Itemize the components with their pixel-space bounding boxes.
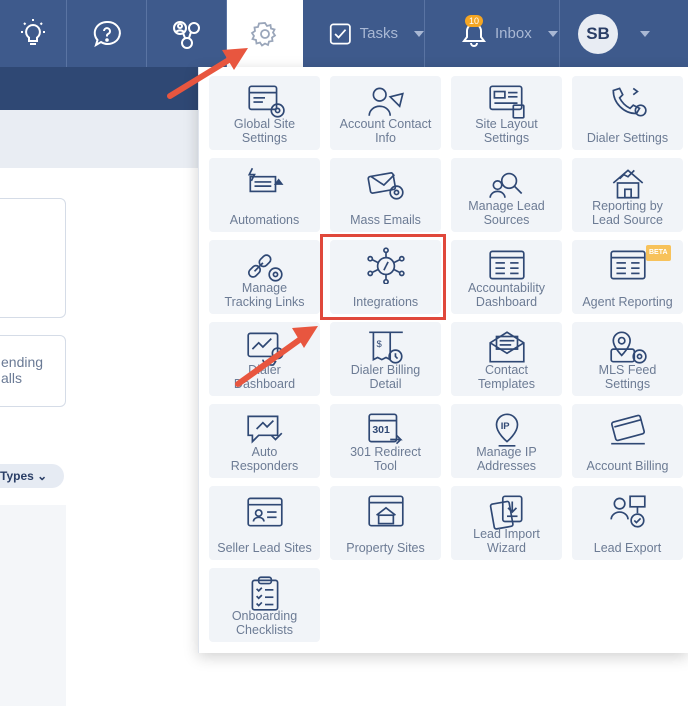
background-panel — [0, 505, 66, 706]
tile-onboarding-checklists[interactable]: Onboarding Checklists — [209, 568, 320, 642]
dialer-settings-icon — [612, 87, 647, 117]
svg-text:IP: IP — [501, 421, 510, 432]
chevron-down-icon — [547, 30, 558, 37]
background-card — [0, 198, 66, 318]
accountability-icon — [489, 250, 525, 280]
tile-label: Account Billing — [586, 459, 669, 473]
tile-label: Property Sites — [346, 541, 425, 555]
auto-responders-icon — [247, 415, 283, 444]
tile-label: MLS Feed Settings — [598, 363, 657, 391]
tile-property-sites[interactable]: Property Sites — [330, 486, 441, 560]
tile-label: Agent Reporting — [582, 295, 673, 309]
tile-auto-responders[interactable]: Auto Responders — [209, 404, 320, 478]
tile-mls-feed-settings[interactable]: MLS Feed Settings — [572, 322, 683, 396]
tile-automations[interactable]: Automations — [209, 158, 320, 232]
tile-seller-lead-sites[interactable]: Seller Lead Sites — [209, 486, 320, 560]
tile-label: Automations — [229, 213, 300, 227]
tile-mass-emails[interactable]: Mass Emails — [330, 158, 441, 232]
tile-dialer-settings[interactable]: Dialer Settings — [572, 76, 683, 150]
tile-agent-reporting[interactable]: BETA Agent Reporting — [572, 240, 683, 314]
types-filter-pill[interactable]: Types ⌄ — [0, 464, 64, 488]
account-billing-icon — [610, 414, 646, 445]
tile-lead-import-wizard[interactable]: Lead Import Wizard — [451, 486, 562, 560]
tile-account-billing[interactable]: Account Billing — [572, 404, 683, 478]
page-header-band — [0, 110, 200, 168]
tile-site-layout-settings[interactable]: Site Layout Settings — [451, 76, 562, 150]
tile-manage-lead-sources[interactable]: Manage Lead Sources — [451, 158, 562, 232]
tile-label: Auto Responders — [230, 445, 299, 473]
svg-text:$: $ — [377, 339, 383, 350]
tile-label: Lead Export — [593, 541, 662, 555]
help-button[interactable] — [67, 0, 147, 67]
arrow-to-settings-icon — [167, 48, 248, 99]
contact-templates-icon — [489, 331, 525, 363]
tile-label: Manage Lead Sources — [468, 199, 545, 227]
reporting-lead-icon — [612, 169, 644, 199]
help-icon — [93, 20, 121, 47]
tile-label: Reporting by Lead Source — [592, 199, 663, 227]
inbox-menu[interactable]: 10 Inbox — [425, 0, 560, 67]
lightbulb-icon — [21, 18, 45, 45]
tile-reporting-by-lead-source[interactable]: Reporting by Lead Source — [572, 158, 683, 232]
tile-manage-ip-addresses[interactable]: IP Manage IP Addresses — [451, 404, 562, 478]
site-layout-icon — [489, 85, 525, 119]
tile-label: Accountability Dashboard — [467, 281, 546, 309]
tile-label: Dialer Billing Detail — [350, 363, 421, 391]
top-nav-bar: Tasks 10 Inbox SB — [0, 0, 688, 67]
tile-dialer-billing-detail[interactable]: $ Dialer Billing Detail — [330, 322, 441, 396]
tile-label: Account Contact Info — [339, 117, 432, 145]
onboarding-icon — [251, 576, 279, 611]
chevron-down-icon: ⌄ — [37, 469, 48, 483]
chevron-down-icon — [414, 30, 424, 37]
tasks-menu[interactable]: Tasks — [303, 0, 425, 67]
tile-account-contact-info[interactable]: Account Contact Info — [330, 76, 441, 150]
mass-emails-icon — [367, 172, 404, 200]
tile-label: 301 Redirect Tool — [350, 445, 421, 473]
tile-label: Dialer Settings — [586, 131, 669, 145]
tile-accountability-dashboard[interactable]: Accountability Dashboard — [451, 240, 562, 314]
dialer-billing-icon: $ — [369, 331, 403, 364]
tile-label: Seller Lead Sites — [217, 541, 312, 555]
tile-label: Manage IP Addresses — [476, 445, 537, 473]
ideas-button[interactable] — [0, 0, 67, 67]
tile-label: Site Layout Settings — [475, 117, 538, 145]
seller-lead-icon — [247, 497, 283, 527]
tile-label: Mass Emails — [350, 213, 421, 227]
tile-contact-templates[interactable]: Contact Templates — [451, 322, 562, 396]
chevron-down-icon — [640, 30, 650, 37]
lead-import-icon — [489, 495, 523, 530]
lead-export-icon — [610, 495, 646, 528]
tile-lead-export[interactable]: Lead Export — [572, 486, 683, 560]
mls-feed-icon — [610, 331, 647, 364]
property-sites-icon — [368, 495, 404, 527]
tile-label: Onboarding Checklists — [231, 609, 298, 637]
tile-label: Manage Tracking Links — [224, 281, 305, 309]
integrations-highlight-box — [320, 234, 446, 320]
contact-info-icon — [368, 87, 404, 116]
tile-manage-tracking-links[interactable]: Manage Tracking Links — [209, 240, 320, 314]
arrow-to-integrations — [235, 326, 318, 387]
automations-icon — [247, 167, 284, 193]
tasks-label: Tasks — [359, 25, 398, 42]
lead-sources-icon — [489, 172, 523, 198]
tile-301-redirect-tool[interactable]: 301 301 Redirect Tool — [330, 404, 441, 478]
svg-text:301: 301 — [372, 424, 390, 436]
redirect-icon: 301 — [368, 413, 403, 445]
avatar[interactable]: SB — [578, 13, 618, 54]
types-label: Types — [0, 469, 34, 483]
user-menu[interactable]: SB — [560, 0, 688, 67]
tile-label: Lead Import Wizard — [473, 527, 540, 555]
beta-badge: BETA — [646, 245, 671, 261]
ip-addresses-icon: IP — [495, 413, 519, 447]
tile-label: Contact Templates — [478, 363, 535, 391]
inbox-count-badge: 10 — [465, 15, 484, 27]
background-card-pending: ending alls — [0, 335, 66, 407]
agent-reporting-icon — [610, 250, 646, 280]
tracking-links-icon — [247, 254, 283, 282]
inbox-label: Inbox — [495, 25, 532, 42]
checkbox-icon — [329, 23, 351, 44]
tile-label: Global Site Settings — [233, 117, 296, 145]
